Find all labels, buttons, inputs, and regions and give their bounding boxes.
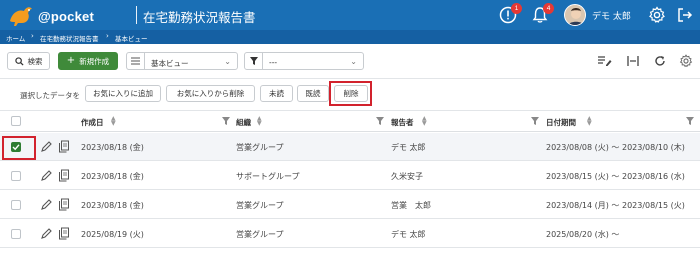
sort-icon[interactable]: ▲ ▼ <box>587 116 592 127</box>
table-row[interactable]: 2023/08/18 (金) 営業グループ デモ 太郎 2023/08/08 (… <box>0 133 700 161</box>
filter-select[interactable]: --- ⌄ <box>244 52 364 70</box>
search-icon <box>14 56 24 66</box>
search-button[interactable]: 検索 <box>7 52 50 70</box>
gear-icon <box>649 6 665 23</box>
logout-icon <box>678 8 693 22</box>
select-all-checkbox[interactable] <box>11 116 21 126</box>
breadcrumb-report[interactable]: 在宅勤務状況報告書 <box>40 33 99 43</box>
column-header-org[interactable]: 組織 <box>236 117 251 128</box>
delete-highlight-box <box>329 81 372 106</box>
checkbox-highlight-box <box>2 136 36 160</box>
mark-read-button[interactable]: 既読 <box>297 85 329 102</box>
cell-created: 2023/08/18 (金) <box>81 143 144 152</box>
remove-favorite-button[interactable]: お気に入りから削除 <box>166 85 255 102</box>
breadcrumb-view: 基本ビュー <box>115 35 148 43</box>
breadcrumb-chevron-icon: › <box>106 32 109 40</box>
list-settings-button[interactable] <box>679 54 693 68</box>
filter-icon <box>245 53 263 69</box>
cell-reporter: デモ 太郎 <box>391 230 426 239</box>
column-resize-icon <box>627 56 639 66</box>
sort-icon[interactable]: ▲ ▼ <box>422 116 427 127</box>
logo-text: @pocket <box>38 9 94 24</box>
refresh-button[interactable] <box>653 55 667 67</box>
avatar[interactable] <box>564 4 586 26</box>
create-button[interactable]: + 新規作成 <box>58 52 118 70</box>
sort-icon[interactable]: ▲ ▼ <box>257 116 262 127</box>
list-edit-icon <box>598 56 612 66</box>
copy-icon[interactable] <box>58 140 70 153</box>
refresh-icon <box>655 56 665 66</box>
table-row[interactable]: 2023/08/18 (金) サポートグループ 久米安子 2023/08/15 … <box>0 162 700 190</box>
column-header-reporter[interactable]: 報告者 <box>391 117 414 128</box>
create-button-label: 新規作成 <box>79 56 110 66</box>
cell-created: 2023/08/18 (金) <box>81 201 144 210</box>
copy-icon[interactable] <box>58 198 70 211</box>
search-button-label: 検索 <box>27 56 43 66</box>
column-filter-icon[interactable] <box>222 117 230 125</box>
pencil-icon[interactable] <box>40 198 52 211</box>
toolbar: 検索 + 新規作成 基本ビュー ⌄ --- ⌄ <box>0 44 700 78</box>
plus-icon: + <box>66 55 76 66</box>
page-title: 在宅勤務状況報告書 <box>143 10 256 25</box>
alert-badge: 1 <box>511 3 522 14</box>
title-divider <box>136 6 137 24</box>
copy-icon[interactable] <box>58 227 70 240</box>
column-filter-icon[interactable] <box>531 117 539 125</box>
pencil-icon[interactable] <box>40 227 52 240</box>
column-filter-icon[interactable] <box>376 117 384 125</box>
cell-org: 営業グループ <box>236 201 284 210</box>
chevron-down-icon: ⌄ <box>224 57 231 66</box>
cell-reporter: 営業 太郎 <box>391 201 431 210</box>
gear-icon <box>679 54 693 68</box>
cell-created: 2025/08/19 (火) <box>81 230 144 239</box>
pencil-icon[interactable] <box>40 140 52 153</box>
user-name[interactable]: デモ 太郎 <box>592 9 631 22</box>
copy-icon[interactable] <box>58 169 70 182</box>
breadcrumb-chevron-icon: › <box>31 32 34 40</box>
add-favorite-button[interactable]: お気に入りに追加 <box>85 85 161 102</box>
pencil-icon[interactable] <box>40 169 52 182</box>
table-row[interactable]: 2023/08/18 (金) 営業グループ 営業 太郎 2023/08/14 (… <box>0 191 700 219</box>
row-checkbox[interactable] <box>11 200 21 210</box>
column-width-button[interactable] <box>626 55 640 67</box>
toolbar-divider <box>0 78 700 79</box>
column-header-period[interactable]: 日付期間 <box>546 117 576 128</box>
cell-reporter: 久米安子 <box>391 172 423 181</box>
column-header-created[interactable]: 作成日 <box>81 117 104 128</box>
table-row[interactable]: 2025/08/19 (火) 営業グループ デモ 太郎 2025/08/20 (… <box>0 220 700 248</box>
app-logo[interactable]: @pocket <box>6 3 94 27</box>
breadcrumb-home[interactable]: ホーム <box>6 33 25 43</box>
kangaroo-logo-icon <box>10 7 32 26</box>
list-icon <box>127 53 145 69</box>
bell-badge: 4 <box>543 3 554 14</box>
grid-header: 作成日 ▲ ▼ 組織 ▲ ▼ 報告者 ▲ ▼ 日付期間 ▲ ▼ <box>0 110 700 132</box>
cell-period: 2023/08/15 (火) ～ 2023/08/16 (水) <box>546 172 685 181</box>
cell-reporter: デモ 太郎 <box>391 143 426 152</box>
logout-button[interactable] <box>676 6 694 24</box>
row-checkbox[interactable] <box>11 171 21 181</box>
column-filter-icon[interactable] <box>686 117 694 125</box>
app-header: @pocket 在宅勤務状況報告書 1 4 デモ 太郎 <box>0 0 700 30</box>
cell-org: 営業グループ <box>236 230 284 239</box>
filter-select-value: --- <box>269 58 278 67</box>
chevron-down-icon: ⌄ <box>350 57 357 66</box>
cell-created: 2023/08/18 (金) <box>81 172 144 181</box>
view-select[interactable]: 基本ビュー ⌄ <box>126 52 238 70</box>
view-select-value: 基本ビュー <box>151 59 189 68</box>
cell-org: サポートグループ <box>236 172 300 181</box>
bulk-action-label: 選択したデータを <box>20 91 80 100</box>
mark-unread-button[interactable]: 未読 <box>260 85 293 102</box>
cell-period: 2023/08/08 (火) ～ 2023/08/10 (木) <box>546 143 685 152</box>
user-photo-icon <box>565 5 585 25</box>
bulk-edit-button[interactable] <box>598 55 612 67</box>
cell-period: 2025/08/20 (水) ～ <box>546 230 620 239</box>
cell-period: 2023/08/14 (月) ～ 2023/08/15 (火) <box>546 201 685 210</box>
sort-icon[interactable]: ▲ ▼ <box>111 116 116 127</box>
breadcrumb: ホーム › 在宅勤務状況報告書 › 基本ビュー <box>0 30 700 44</box>
row-checkbox[interactable] <box>11 229 21 239</box>
cell-org: 営業グループ <box>236 143 284 152</box>
settings-button[interactable] <box>648 6 666 24</box>
